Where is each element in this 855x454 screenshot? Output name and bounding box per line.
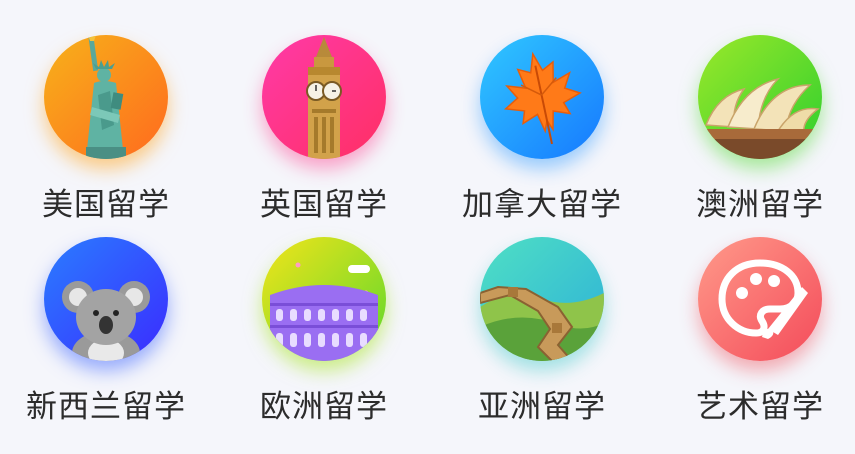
category-label: 英国留学 — [260, 187, 388, 223]
study-abroad-category-grid: 美国留学 英国留学 加拿大留学 澳洲留学 新西兰留学 欧洲留学 亚洲留学 艺术留… — [0, 0, 855, 454]
category-label: 艺术留学 — [696, 389, 824, 425]
category-asia[interactable]: 亚洲留学 — [442, 237, 642, 437]
category-art-circle — [698, 237, 822, 361]
great-wall-icon — [480, 237, 604, 361]
category-europe[interactable]: 欧洲留学 — [224, 237, 424, 437]
palette-brush-icon — [698, 237, 822, 361]
colosseum-icon — [262, 237, 386, 361]
category-label: 欧洲留学 — [260, 389, 388, 425]
category-label: 美国留学 — [42, 187, 170, 223]
category-art[interactable]: 艺术留学 — [660, 237, 855, 437]
category-europe-circle — [262, 237, 386, 361]
category-label: 加拿大留学 — [462, 187, 622, 223]
category-label: 新西兰留学 — [26, 389, 186, 425]
category-usa-circle — [44, 35, 168, 159]
category-usa[interactable]: 美国留学 — [6, 35, 206, 235]
category-canada-circle — [480, 35, 604, 159]
sydney-opera-house-icon — [698, 35, 822, 159]
category-uk-circle — [262, 35, 386, 159]
maple-leaf-icon — [480, 35, 604, 159]
statue-of-liberty-icon — [44, 35, 168, 159]
big-ben-icon — [262, 35, 386, 159]
koala-icon — [44, 237, 168, 361]
category-label: 亚洲留学 — [478, 389, 606, 425]
category-canada[interactable]: 加拿大留学 — [442, 35, 642, 235]
category-label: 澳洲留学 — [696, 187, 824, 223]
category-new-zealand[interactable]: 新西兰留学 — [6, 237, 206, 437]
category-new-zealand-circle — [44, 237, 168, 361]
category-asia-circle — [480, 237, 604, 361]
category-australia-circle — [698, 35, 822, 159]
category-uk[interactable]: 英国留学 — [224, 35, 424, 235]
category-australia[interactable]: 澳洲留学 — [660, 35, 855, 235]
